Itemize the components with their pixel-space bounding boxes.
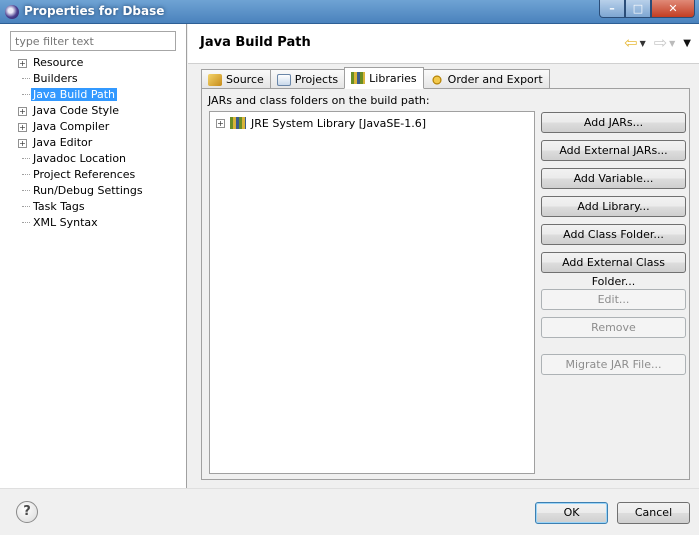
- add-library-button[interactable]: Add Library...: [541, 196, 686, 217]
- page-header: Java Build Path ⇦ ▼ ⇨ ▼ ▼: [188, 24, 699, 64]
- tree-item-java-build-path[interactable]: Java Build Path: [0, 87, 186, 103]
- tab-label: Source: [226, 73, 264, 86]
- close-button[interactable]: ✕: [651, 0, 695, 18]
- tree-item-label: Javadoc Location: [33, 152, 127, 165]
- dialog-footer: ? OK Cancel: [0, 488, 699, 535]
- view-menu-icon[interactable]: ▼: [683, 38, 691, 49]
- tree-connector: [22, 78, 30, 79]
- tree-item-label: Java Code Style: [33, 104, 120, 117]
- tree-item-project-references[interactable]: Project References: [0, 167, 186, 183]
- tree-item-label: Builders: [33, 72, 78, 85]
- back-dropdown-icon[interactable]: ▼: [640, 39, 646, 48]
- forward-dropdown-icon[interactable]: ▼: [669, 39, 675, 48]
- source-folder-icon: [208, 73, 222, 86]
- maximize-button[interactable]: □: [625, 0, 651, 18]
- expand-icon[interactable]: +: [18, 59, 27, 68]
- tree-item-xml-syntax[interactable]: XML Syntax: [0, 215, 186, 231]
- edit-button[interactable]: Edit...: [541, 289, 686, 310]
- tree-connector: [22, 206, 30, 207]
- library-icon: [230, 117, 246, 129]
- tree-connector: [22, 94, 30, 95]
- add-jars-button[interactable]: Add JARs...: [541, 112, 686, 133]
- tab-label: Projects: [294, 73, 339, 86]
- tree-item-label: Task Tags: [33, 200, 85, 213]
- library-label: JRE System Library [JavaSE-1.6]: [251, 116, 427, 130]
- tree-item-javadoc-location[interactable]: Javadoc Location: [0, 151, 186, 167]
- filter-input[interactable]: [10, 31, 176, 51]
- tab-projects[interactable]: Projects: [269, 69, 346, 89]
- expand-icon[interactable]: +: [18, 123, 27, 132]
- tree-item-label: Java Editor: [33, 136, 93, 149]
- forward-arrow-icon[interactable]: ⇨: [654, 35, 667, 51]
- tree-item-label: Resource: [33, 56, 84, 69]
- history-navigation: ⇦ ▼ ⇨ ▼ ▼: [624, 35, 691, 51]
- tree-item-resource[interactable]: + Resource: [0, 55, 186, 71]
- migrate-jar-button[interactable]: Migrate JAR File...: [541, 354, 686, 375]
- tree-item-label: XML Syntax: [33, 216, 98, 229]
- projects-icon: [276, 73, 291, 86]
- tab-label: Order and Export: [447, 73, 543, 86]
- properties-page: Java Build Path ⇦ ▼ ⇨ ▼ ▼ Source Project…: [188, 24, 699, 488]
- tab-libraries[interactable]: Libraries: [344, 67, 424, 89]
- tab-label: Libraries: [369, 71, 417, 85]
- properties-tree: + Resource Builders Java Build Path + Java Co…: [0, 55, 186, 231]
- add-external-jars-button[interactable]: Add External JARs...: [541, 140, 686, 161]
- remove-button[interactable]: Remove: [541, 317, 686, 338]
- tree-item-label: Project References: [33, 168, 136, 181]
- order-export-icon: [429, 73, 444, 86]
- add-external-class-folder-button[interactable]: Add External Class Folder...: [541, 252, 686, 288]
- tree-item-label: Java Build Path: [31, 88, 118, 101]
- tree-item-java-compiler[interactable]: + Java Compiler: [0, 119, 186, 135]
- title-bar: Properties for Dbase – □ ✕: [0, 0, 699, 24]
- page-title: Java Build Path: [200, 35, 311, 50]
- tree-item-java-code-style[interactable]: + Java Code Style: [0, 103, 186, 119]
- expand-icon[interactable]: +: [18, 139, 27, 148]
- tree-item-builders[interactable]: Builders: [0, 71, 186, 87]
- tree-item-run-debug-settings[interactable]: Run/Debug Settings: [0, 183, 186, 199]
- tree-item-label: Run/Debug Settings: [33, 184, 143, 197]
- libraries-icon: [351, 72, 366, 84]
- tree-connector: [22, 174, 30, 175]
- expand-icon[interactable]: +: [216, 118, 225, 128]
- cancel-button[interactable]: Cancel: [617, 502, 690, 524]
- back-arrow-icon[interactable]: ⇦: [624, 35, 637, 51]
- expand-icon[interactable]: +: [18, 107, 27, 116]
- eclipse-icon: [5, 5, 19, 19]
- tab-source[interactable]: Source: [201, 69, 271, 89]
- tree-item-java-editor[interactable]: + Java Editor: [0, 135, 186, 151]
- add-class-folder-button[interactable]: Add Class Folder...: [541, 224, 686, 245]
- libraries-panel: JARs and class folders on the build path…: [201, 88, 690, 480]
- tree-item-task-tags[interactable]: Task Tags: [0, 199, 186, 215]
- tree-connector: [22, 158, 30, 159]
- help-icon[interactable]: ?: [16, 501, 38, 523]
- tree-connector: [22, 222, 30, 223]
- window-controls: – □ ✕: [599, 0, 695, 18]
- add-variable-button[interactable]: Add Variable...: [541, 168, 686, 189]
- ok-button[interactable]: OK: [535, 502, 608, 524]
- libraries-label: JARs and class folders on the build path…: [208, 94, 430, 107]
- tab-order-and-export[interactable]: Order and Export: [422, 69, 550, 89]
- tree-connector: [22, 190, 30, 191]
- build-path-tabs: Source Projects Libraries Order and Expo…: [201, 67, 550, 89]
- libraries-tree[interactable]: + JRE System Library [JavaSE-1.6]: [209, 111, 535, 474]
- list-item[interactable]: + JRE System Library [JavaSE-1.6]: [216, 115, 426, 131]
- tree-item-label: Java Compiler: [33, 120, 110, 133]
- minimize-button[interactable]: –: [599, 0, 625, 18]
- properties-navigation-pane: + Resource Builders Java Build Path + Java Co…: [0, 24, 187, 488]
- window-title: Properties for Dbase: [24, 4, 165, 18]
